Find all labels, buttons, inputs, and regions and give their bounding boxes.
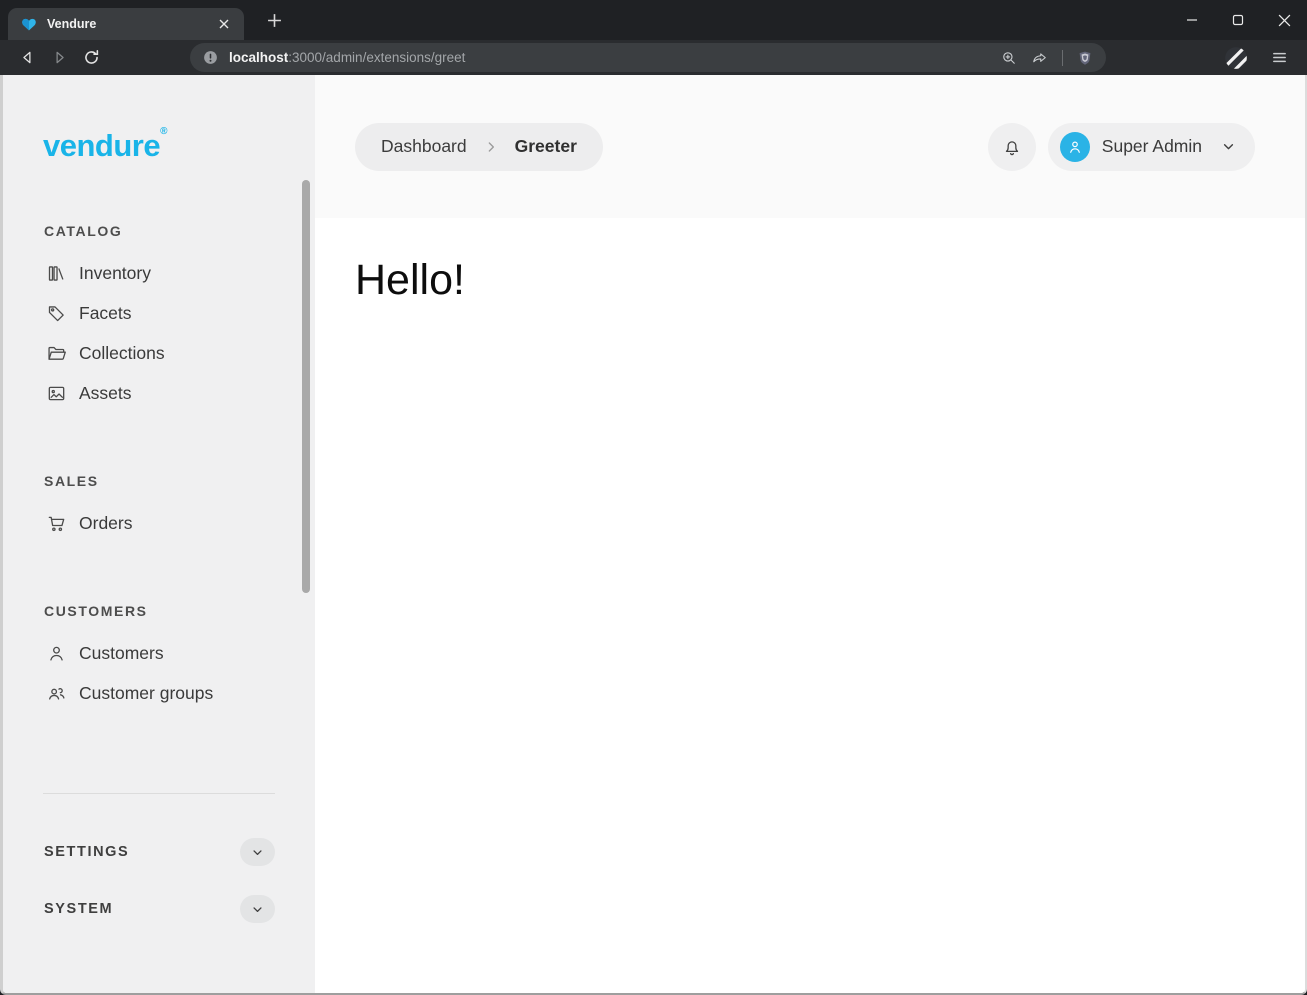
sidebar-item-label: Customers	[79, 643, 164, 664]
sidebar-item-label: Inventory	[79, 263, 151, 284]
browser-tab-vendure[interactable]: Vendure	[8, 8, 244, 40]
section-label-customers: CUSTOMERS	[44, 603, 315, 619]
sidebar-item-customers[interactable]: Customers	[3, 633, 315, 673]
brave-shield-icon[interactable]	[1076, 49, 1094, 67]
browser-titlebar: Vendure	[0, 0, 1307, 40]
user-avatar-icon	[1060, 132, 1090, 162]
vendure-logo[interactable]: vendure®	[43, 115, 315, 163]
image-icon	[46, 383, 67, 404]
back-icon[interactable]	[12, 44, 42, 72]
main-area: Dashboard Greeter	[315, 75, 1305, 993]
sidebar-section-system[interactable]: SYSTEM	[44, 891, 275, 927]
tag-icon	[46, 303, 67, 324]
sidebar-item-label: Collections	[79, 343, 165, 364]
sidebar-item-label: Customer groups	[79, 683, 213, 704]
address-bar[interactable]: localhost:3000/admin/extensions/greet	[190, 43, 1106, 72]
url-text: localhost:3000/admin/extensions/greet	[229, 50, 465, 65]
minimize-button[interactable]	[1169, 0, 1215, 40]
registered-mark: ®	[160, 126, 167, 137]
section-label-settings: SETTINGS	[44, 844, 129, 860]
section-label-system: SYSTEM	[44, 901, 113, 917]
browser-menu-icon[interactable]	[1265, 44, 1293, 72]
forward-icon[interactable]	[44, 44, 74, 72]
sidebar-item-inventory[interactable]: Inventory	[3, 253, 315, 293]
tab-title: Vendure	[47, 17, 205, 31]
close-button[interactable]	[1261, 0, 1307, 40]
bell-icon	[1001, 136, 1023, 158]
cart-icon	[46, 513, 67, 534]
user-name: Super Admin	[1102, 136, 1202, 157]
sidebar-divider	[43, 793, 275, 794]
window-controls	[1169, 0, 1307, 40]
sidebar-item-customer-groups[interactable]: Customer groups	[3, 673, 315, 713]
chevron-down-icon	[1220, 138, 1237, 155]
extension-content: Hello!	[315, 218, 1305, 305]
section-label-catalog: CATALOG	[44, 223, 315, 239]
sidebar-section-settings[interactable]: SETTINGS	[44, 834, 275, 870]
vendure-favicon-icon	[20, 15, 38, 33]
section-label-sales: SALES	[44, 473, 315, 489]
new-tab-button[interactable]	[260, 6, 288, 34]
sidebar-item-label: Assets	[79, 383, 132, 404]
page-header: Dashboard Greeter	[315, 75, 1305, 218]
sidebar-item-facets[interactable]: Facets	[3, 293, 315, 333]
chevron-down-icon	[250, 845, 265, 860]
maximize-button[interactable]	[1215, 0, 1261, 40]
breadcrumb: Dashboard Greeter	[355, 123, 603, 171]
sidebar-scrollbar-thumb[interactable]	[302, 180, 310, 593]
address-divider	[1062, 50, 1063, 66]
profile-avatar-icon[interactable]	[1223, 45, 1249, 71]
library-icon	[46, 263, 67, 284]
sidebar-item-label: Orders	[79, 513, 132, 534]
zoom-page-icon[interactable]	[1000, 49, 1018, 67]
breadcrumb-dashboard[interactable]: Dashboard	[381, 136, 467, 157]
settings-expand-button[interactable]	[240, 838, 275, 866]
reload-icon[interactable]	[76, 44, 106, 72]
folder-icon	[46, 343, 67, 364]
share-icon[interactable]	[1031, 49, 1049, 67]
sidebar-item-label: Facets	[79, 303, 132, 324]
sidebar-item-orders[interactable]: Orders	[3, 503, 315, 543]
chevron-right-icon	[483, 139, 499, 155]
user-icon	[46, 643, 67, 664]
sidebar: vendure® CATALOG Inventory Facets	[3, 75, 315, 993]
greeting-heading: Hello!	[355, 256, 1305, 305]
site-info-icon[interactable]	[202, 49, 219, 66]
breadcrumb-greeter[interactable]: Greeter	[515, 136, 577, 157]
user-menu[interactable]: Super Admin	[1048, 123, 1255, 171]
system-expand-button[interactable]	[240, 895, 275, 923]
sidebar-item-assets[interactable]: Assets	[3, 373, 315, 413]
notifications-button[interactable]	[988, 123, 1036, 171]
chevron-down-icon	[250, 902, 265, 917]
page-content: vendure® CATALOG Inventory Facets	[0, 75, 1307, 995]
sidebar-item-collections[interactable]: Collections	[3, 333, 315, 373]
browser-toolbar: localhost:3000/admin/extensions/greet	[0, 40, 1307, 75]
tab-close-icon[interactable]	[214, 14, 234, 34]
users-icon	[46, 683, 67, 704]
browser-window: Vendure	[0, 0, 1307, 995]
